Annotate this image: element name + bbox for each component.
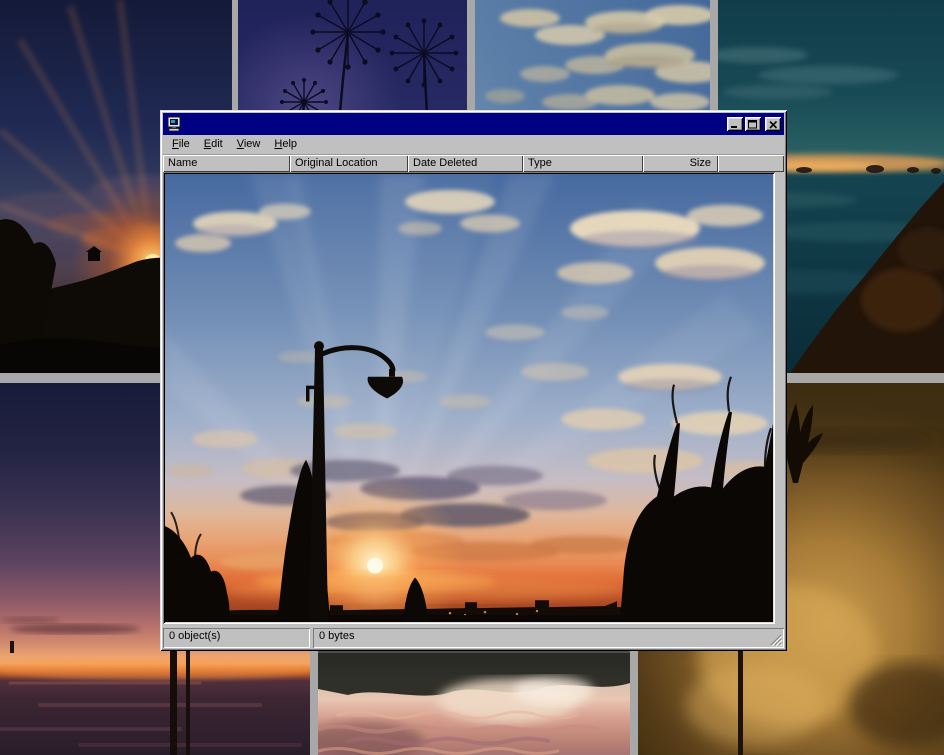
menu-file-mnemonic: F [172,138,179,150]
status-byte-count-text: 0 bytes [319,630,354,642]
menu-help-label: elp [282,138,297,150]
column-header-type[interactable]: Type [523,155,643,172]
column-header-date-deleted[interactable]: Date Deleted [408,155,523,172]
status-bar: 0 object(s) 0 bytes [163,626,784,648]
recycle-bin-window: File Edit View Help Name Original Locati… [160,110,787,651]
maximize-icon [748,120,758,129]
status-object-count: 0 object(s) [163,628,310,648]
column-header-stub [718,155,784,172]
close-icon [769,121,778,129]
column-header-row: Name Original Location Date Deleted Type… [163,155,784,172]
menu-view[interactable]: View [230,136,268,153]
maximize-button[interactable] [745,117,761,131]
desktop-collage-page: { "window": { "title": "", "icon": "comp… [0,0,944,755]
file-list-viewport[interactable] [163,172,775,624]
menu-view-mnemonic: V [237,138,244,150]
titlebar[interactable] [163,113,784,135]
status-byte-count: 0 bytes [313,628,784,648]
menu-file-label: ile [179,138,190,150]
menu-edit[interactable]: Edit [197,136,230,153]
menu-bar: File Edit View Help [163,135,784,155]
window-controls [727,117,781,131]
menu-file[interactable]: File [165,136,197,153]
menu-edit-mnemonic: E [204,138,211,150]
column-header-size[interactable]: Size [643,155,718,172]
window-content-frame [163,172,784,626]
column-header-original-location[interactable]: Original Location [290,155,408,172]
column-header-name[interactable]: Name [163,155,290,172]
menu-edit-label: dit [211,138,223,150]
close-button[interactable] [765,117,781,131]
content-photo-sunset-lamp [165,174,773,622]
minimize-button[interactable] [727,117,743,131]
minimize-icon [730,120,740,129]
menu-view-label: iew [244,138,261,150]
resize-grip[interactable] [770,634,783,647]
menu-help[interactable]: Help [267,136,304,153]
window-computer-icon[interactable] [166,116,182,132]
